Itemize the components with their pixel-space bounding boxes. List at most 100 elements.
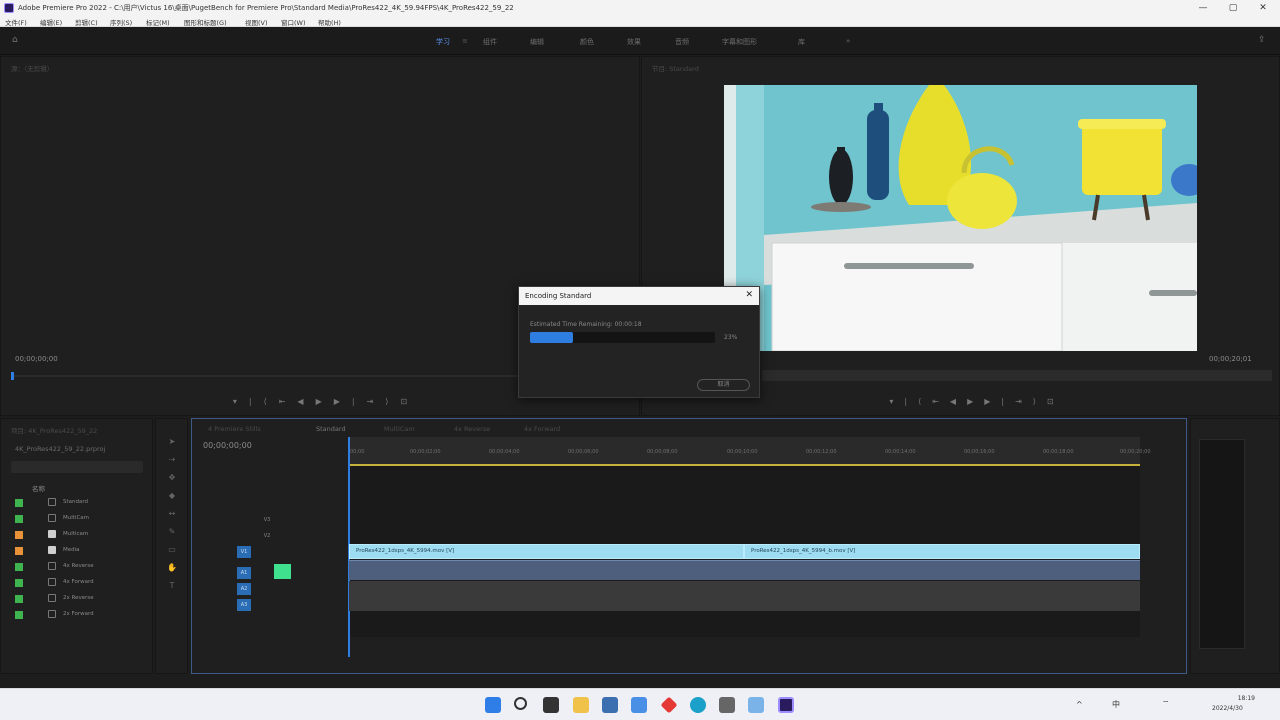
selection-tool-icon[interactable]: ➤ [164, 437, 180, 451]
menu-window[interactable]: 窗口(W) [281, 17, 306, 27]
minimize-button[interactable]: — [1196, 2, 1210, 14]
workspace-color[interactable]: 颜色 [580, 37, 594, 47]
menu-graphics[interactable]: 图形和标题(G) [184, 17, 227, 27]
share-icon[interactable]: ⇪ [1258, 35, 1266, 45]
bin-item[interactable]: 2x Reverse [1, 592, 141, 606]
sequence-icon [48, 498, 56, 506]
encoding-dialog: Encoding Standard ✕ Estimated Time Remai… [518, 286, 760, 398]
menu-help[interactable]: 帮助(H) [318, 17, 341, 27]
bin-item[interactable]: Standard [1, 496, 141, 510]
timeline-tab[interactable]: 4x Reverse [454, 425, 490, 433]
video-clip[interactable]: ProRes422_1dsps_4K_5994.mov [V] [349, 544, 744, 559]
project-tab[interactable]: 项目: 4K_ProRes422_59_22 [11, 425, 97, 435]
audio-clip[interactable] [349, 560, 744, 580]
audio-meters-panel [1190, 418, 1280, 674]
widgets-icon[interactable] [631, 697, 647, 713]
source-timecode[interactable]: 00;00;00;00 [15, 355, 58, 363]
workspace-assembly[interactable]: 组件 [483, 37, 497, 47]
source-tab[interactable]: 源：（无剪辑） [11, 63, 53, 73]
track-target-a2[interactable]: A2 [237, 583, 251, 595]
workspace-effects[interactable]: 效果 [627, 37, 641, 47]
rectangle-tool-icon[interactable]: ▭ [164, 545, 180, 559]
source-transport-controls[interactable]: ▾|⟨⇤◀▶▶|⇥⟩⊡ [201, 397, 451, 406]
source-playhead[interactable] [11, 372, 14, 380]
bin-item[interactable]: Media [1, 544, 141, 558]
track-target-v1[interactable]: V1 [237, 546, 251, 558]
dialog-close-icon[interactable]: ✕ [745, 290, 753, 300]
menu-file[interactable]: 文件(F) [5, 17, 27, 27]
menu-clip[interactable]: 剪辑(C) [75, 17, 98, 27]
cancel-button[interactable]: 取消 [697, 379, 750, 391]
razor-tool-icon[interactable]: ◆ [164, 491, 180, 505]
wifi-icon[interactable]: ⌔ [1162, 699, 1170, 709]
workspace-libraries[interactable]: 库 [798, 37, 805, 47]
timeline-tab[interactable]: MultiCam [384, 425, 415, 433]
timeline-timecode[interactable]: 00;00;00;00 [203, 441, 252, 450]
sequence-icon [48, 562, 56, 570]
clock-date[interactable]: 2022/4/30 [1212, 705, 1243, 712]
audio-meter-indicator [274, 564, 291, 579]
folder-icon [48, 546, 56, 554]
program-tab[interactable]: 节目: Standard [652, 63, 699, 73]
maximize-button[interactable]: ▢ [1226, 2, 1240, 14]
project-search-input[interactable] [11, 461, 143, 473]
workspace-more-icon[interactable]: » [846, 37, 850, 45]
clock-time[interactable]: 18:19 [1215, 695, 1255, 702]
audio-track-empty[interactable] [349, 581, 1140, 611]
bin-item[interactable]: 4x Forward [1, 576, 141, 590]
menu-markers[interactable]: 标记(M) [146, 17, 170, 27]
program-scrubber[interactable] [762, 370, 1272, 381]
timeline-tab[interactable]: 4 Premiere Stills [208, 425, 261, 433]
audio-clip[interactable] [744, 560, 1140, 580]
store-icon[interactable] [602, 697, 618, 713]
hand-tool-icon[interactable]: ✋ [164, 563, 180, 577]
window-title: Adobe Premiere Pro 2022 - C:\用户\Victus 1… [18, 4, 514, 12]
tools-panel: ➤ ⇢ ✥ ◆ ↔ ✎ ▭ ✋ T [155, 418, 188, 674]
app-icon[interactable] [748, 697, 764, 713]
start-icon[interactable] [485, 697, 501, 713]
program-transport-controls[interactable]: ▾|⟨⇤◀▶▶|⇥⟩⊡ [832, 397, 1122, 406]
type-tool-icon[interactable]: T [164, 581, 180, 595]
sequence-icon [48, 514, 56, 522]
app-red-icon[interactable] [660, 696, 678, 714]
menu-view[interactable]: 视图(V) [245, 17, 268, 27]
edge-icon[interactable] [690, 697, 706, 713]
home-icon[interactable]: ⌂ [12, 35, 22, 45]
pen-tool-icon[interactable]: ✎ [164, 527, 180, 541]
track-target-a1[interactable]: A1 [237, 567, 251, 579]
bin-item[interactable]: 2x Forward [1, 608, 141, 622]
workspace-captions[interactable]: 字幕和图形 [722, 37, 757, 47]
track-target-a3[interactable]: A3 [237, 599, 251, 611]
video-clip[interactable]: ProRes422_1dsps_4K_5994_b.mov [V] [744, 544, 1140, 559]
menu-sequence[interactable]: 序列(S) [110, 17, 132, 27]
menu-edit[interactable]: 编辑(E) [40, 17, 62, 27]
app-icon[interactable] [719, 697, 735, 713]
menu-bar: 文件(F) 编辑(E) 剪辑(C) 序列(S) 标记(M) 图形和标题(G) 视… [0, 16, 1280, 27]
file-explorer-icon[interactable] [573, 697, 589, 713]
workspace-editing[interactable]: 编辑 [530, 37, 544, 47]
slip-tool-icon[interactable]: ↔ [164, 509, 180, 523]
track-label-v3[interactable]: V3 [260, 514, 274, 526]
ime-indicator[interactable]: 中 [1112, 699, 1120, 710]
workspace-audio[interactable]: 音频 [675, 37, 689, 47]
track-label-v2[interactable]: V2 [260, 530, 274, 542]
track-select-tool-icon[interactable]: ⇢ [164, 455, 180, 469]
premiere-taskbar-icon[interactable] [778, 697, 794, 713]
title-bar: Adobe Premiere Pro 2022 - C:\用户\Victus 1… [0, 0, 1280, 16]
timeline-tab[interactable]: 4x Forward [524, 425, 560, 433]
sequence-icon [48, 594, 56, 602]
ripple-edit-tool-icon[interactable]: ✥ [164, 473, 180, 487]
column-header-name[interactable]: 名称 [32, 483, 45, 493]
work-area-bar[interactable] [348, 464, 1140, 466]
bin-item[interactable]: 4x Reverse [1, 560, 141, 574]
dialog-header: Encoding Standard ✕ [519, 287, 759, 305]
task-view-icon[interactable] [543, 697, 559, 713]
workspace-bar: ⌂ 学习 ≡ 组件 编辑 颜色 效果 音频 字幕和图形 库 » ⇪ [0, 27, 1280, 55]
timeline-tab-active[interactable]: Standard [316, 425, 346, 433]
bin-item[interactable]: MultiCam [1, 512, 141, 526]
workspace-learning[interactable]: 学习 [436, 37, 450, 47]
tray-chevron-icon[interactable]: ^ [1076, 700, 1083, 709]
bin-item[interactable]: Multicam [1, 528, 141, 542]
search-icon[interactable] [514, 697, 527, 710]
close-button[interactable]: ✕ [1256, 2, 1270, 14]
